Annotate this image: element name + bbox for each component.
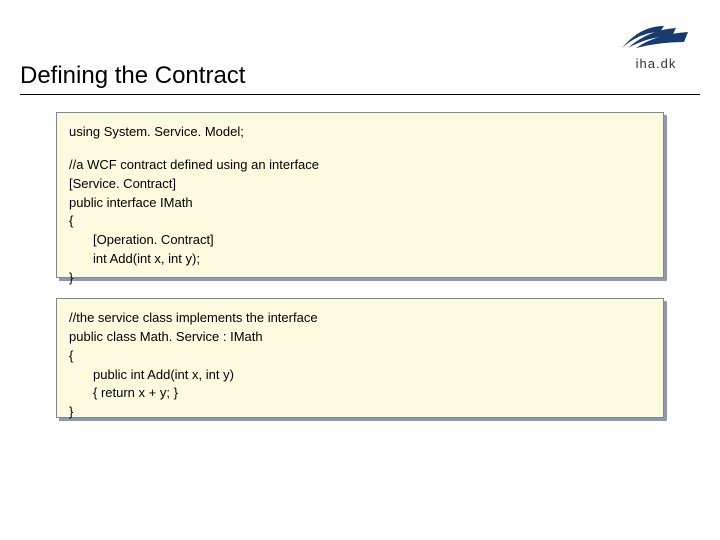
code-line: public int Add(int x, int y) [69, 366, 651, 385]
code-line: using System. Service. Model; [69, 123, 651, 142]
code-line: [Operation. Contract] [69, 231, 651, 250]
code-line: public class Math. Service : IMath [69, 328, 651, 347]
page-title: Defining the Contract [20, 62, 245, 92]
title-underline [20, 94, 700, 95]
logo: iha.dk [620, 18, 692, 71]
code-line: int Add(int x, int y); [69, 250, 651, 269]
code-line: } [69, 403, 651, 422]
code-line: { return x + y; } [69, 384, 651, 403]
code-line: { [69, 212, 651, 231]
code-box-implementation: //the service class implements the inter… [56, 298, 664, 418]
code-line: { [69, 347, 651, 366]
logo-text: iha.dk [636, 56, 677, 71]
code-line: [Service. Contract] [69, 175, 651, 194]
code-box-contract: using System. Service. Model; //a WCF co… [56, 112, 664, 278]
logo-icon [620, 18, 692, 54]
code-line: public interface IMath [69, 194, 651, 213]
code-line: } [69, 269, 651, 288]
code-line: //a WCF contract defined using an interf… [69, 156, 651, 175]
code-line: //the service class implements the inter… [69, 309, 651, 328]
